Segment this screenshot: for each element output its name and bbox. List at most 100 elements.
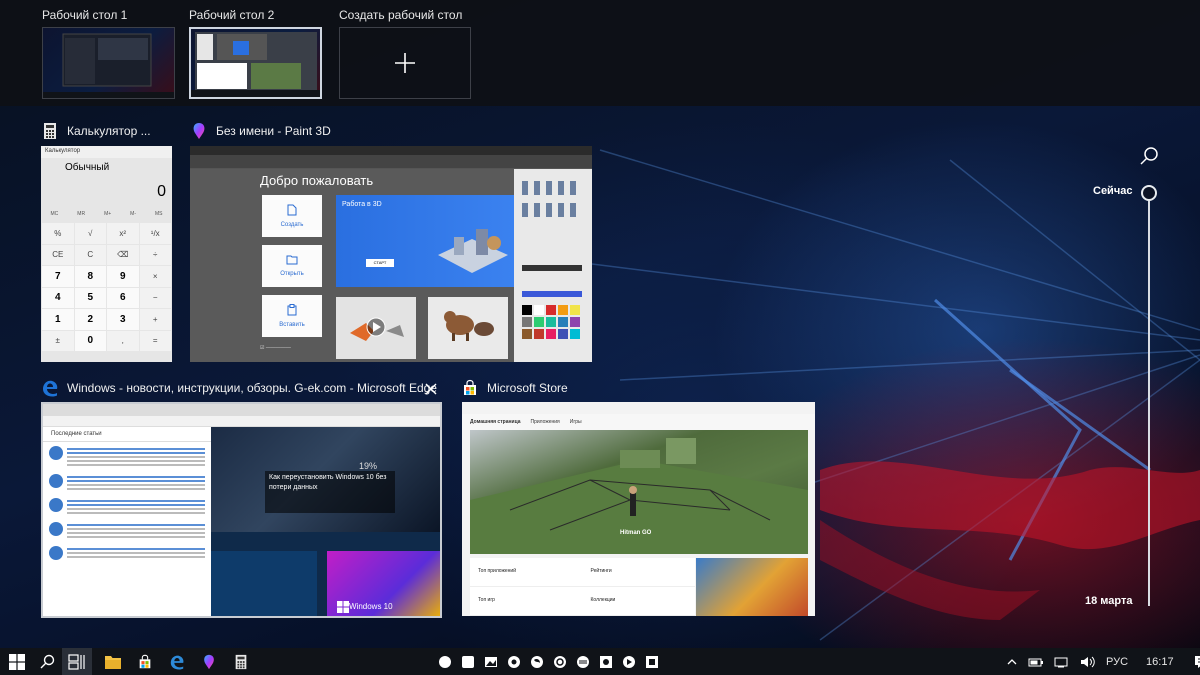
calc-key: 5	[74, 287, 106, 308]
taskbar-explorer[interactable]	[98, 648, 128, 675]
new-desktop-button[interactable]	[339, 27, 471, 99]
store-window-thumbnail[interactable]: Домашняя страница Приложения Игры Hitman…	[462, 402, 815, 616]
paint3d-side-panel	[514, 169, 592, 362]
desktop-1-label: Рабочий стол 1	[42, 8, 128, 22]
list-item	[43, 494, 211, 518]
timeline-date-label[interactable]: 18 марта	[1085, 595, 1132, 607]
firefox-icon[interactable]	[530, 655, 544, 669]
store-row-item: Коллекции	[590, 597, 616, 603]
desktop-2-thumbnail[interactable]	[189, 27, 322, 99]
image-icon[interactable]	[484, 655, 498, 669]
calc-key-ms: MS	[155, 211, 163, 217]
store-featured-game-name: Hitman GO	[620, 530, 652, 536]
calculator-keypad: % √ x² ¹/x CE C ⌫ ÷ 7 8 9 × 4 5 6 − 1 2 …	[41, 223, 172, 351]
store-categories: Топ приложений Рейтинги Топ игр Коллекци…	[470, 558, 695, 616]
paint3d-video-tile	[336, 297, 416, 359]
timeline-scrollbar[interactable]	[1148, 194, 1150, 606]
taskbar-store[interactable]	[130, 648, 160, 675]
edge-window-title[interactable]: Windows - новости, инструкции, обзоры. G…	[41, 379, 437, 397]
start-button[interactable]	[2, 648, 32, 675]
paint3d-title-text: Без имени - Paint 3D	[216, 124, 331, 138]
calc-key: −	[139, 287, 171, 308]
calculator-window-title[interactable]: Калькулятор ...	[41, 122, 151, 140]
task-view-button[interactable]	[62, 648, 92, 675]
paint3d-new-label: Создать	[280, 222, 304, 228]
paint3d-paste-label: Вставить	[279, 322, 305, 328]
fish-video-preview	[336, 297, 416, 359]
play-icon[interactable]	[622, 655, 636, 669]
edge-window-thumbnail[interactable]: Последние статьи 19% Как переустановить …	[41, 402, 442, 618]
paste-icon	[287, 304, 297, 316]
calc-key: ±	[42, 330, 74, 351]
calculator-window-thumbnail[interactable]: Калькулятор Обычный 0 MC MR M+ M- MS % √…	[41, 146, 172, 362]
calc-key-mr: MR	[77, 211, 86, 217]
store-icon	[464, 379, 476, 395]
calculator-caption: Калькулятор	[41, 146, 172, 158]
clock[interactable]: 16:17	[1146, 656, 1174, 668]
chevron-up-icon[interactable]	[1006, 656, 1018, 668]
paint3d-new-tile: Создать	[262, 195, 322, 237]
battery-icon[interactable]	[1028, 656, 1044, 668]
network-icon[interactable]	[1054, 656, 1070, 668]
edge-hero-caption: Как переустановить Windows 10 без потери…	[265, 471, 395, 513]
search-button[interactable]	[32, 648, 62, 675]
taskbar-edge[interactable]	[162, 648, 192, 675]
calc-key: =	[139, 330, 171, 351]
paint3d-window-title[interactable]: Без имени - Paint 3D	[190, 122, 331, 140]
paint3d-icon	[193, 123, 205, 139]
store-promo-tile	[696, 558, 808, 616]
edge-title-text: Windows - новости, инструкции, обзоры. G…	[67, 381, 437, 395]
edge-tab-bar	[43, 404, 440, 416]
pinned-app-icon[interactable]	[438, 655, 452, 669]
paint3d-model-tile	[428, 297, 508, 359]
store-featured-banner: Hitman GO	[470, 430, 808, 554]
store-window-title[interactable]: Microsoft Store	[461, 379, 568, 397]
calc-key: 3	[107, 309, 139, 330]
new-file-icon	[287, 204, 297, 216]
paint3d-toolbar	[190, 155, 592, 169]
calc-key: +	[139, 309, 171, 330]
timeline-search-icon[interactable]	[1139, 146, 1159, 166]
close-window-icon[interactable]	[423, 381, 439, 397]
paint3d-window-thumbnail[interactable]: Добро пожаловать Создать Открыть Вставит…	[190, 146, 592, 362]
windows-logo-icon	[9, 653, 25, 670]
calculator-title-text: Калькулятор ...	[67, 124, 151, 138]
desktop-2-label: Рабочий стол 2	[189, 8, 275, 22]
calc-key: 8	[74, 266, 106, 287]
pinned-app-icon[interactable]	[645, 655, 659, 669]
edge-article-list: Последние статьи	[43, 427, 211, 616]
pinned-app-icon[interactable]	[599, 655, 613, 669]
volume-icon[interactable]	[1080, 656, 1096, 668]
calc-key-mc: MC	[50, 211, 59, 217]
edge-tile-left	[211, 551, 317, 616]
calc-key: ⌫	[107, 244, 139, 265]
calc-key: x²	[107, 223, 139, 244]
action-center-icon[interactable]	[1194, 655, 1200, 669]
calc-key: ¹/x	[139, 223, 171, 244]
taskbar-paint3d[interactable]	[194, 648, 224, 675]
list-item	[43, 470, 211, 494]
folder-icon	[105, 655, 121, 669]
desktop-1-thumbnail[interactable]	[42, 27, 175, 99]
calc-key: 7	[42, 266, 74, 287]
paint3d-brush-palette	[522, 181, 582, 339]
chrome-icon[interactable]	[507, 655, 521, 669]
calc-key: ÷	[139, 244, 171, 265]
language-indicator[interactable]: РУС	[1106, 656, 1128, 668]
folder-icon	[286, 255, 298, 265]
timeline-now-marker[interactable]	[1141, 185, 1157, 201]
store-row-item: Топ приложений	[478, 568, 516, 574]
edge-icon	[170, 655, 184, 670]
paint3d-open-label: Открыть	[280, 271, 304, 277]
paint3d-promo-start-button: СТАРТ	[366, 259, 394, 267]
paint3d-promo-title: Работа в 3D	[342, 201, 382, 208]
taskbar-pinned-center	[438, 648, 659, 675]
table-row: Топ приложений Рейтинги	[470, 558, 695, 587]
store-row-item: Рейтинги	[590, 568, 612, 574]
paint3d-promo-banner: Работа в 3D СТАРТ	[336, 195, 516, 287]
taskbar-calculator[interactable]	[226, 648, 256, 675]
pinned-app-icon[interactable]	[461, 655, 475, 669]
calculator-mode: Обычный	[65, 162, 110, 173]
pinned-app-icon[interactable]	[576, 655, 590, 669]
pinned-app-icon[interactable]	[553, 655, 567, 669]
